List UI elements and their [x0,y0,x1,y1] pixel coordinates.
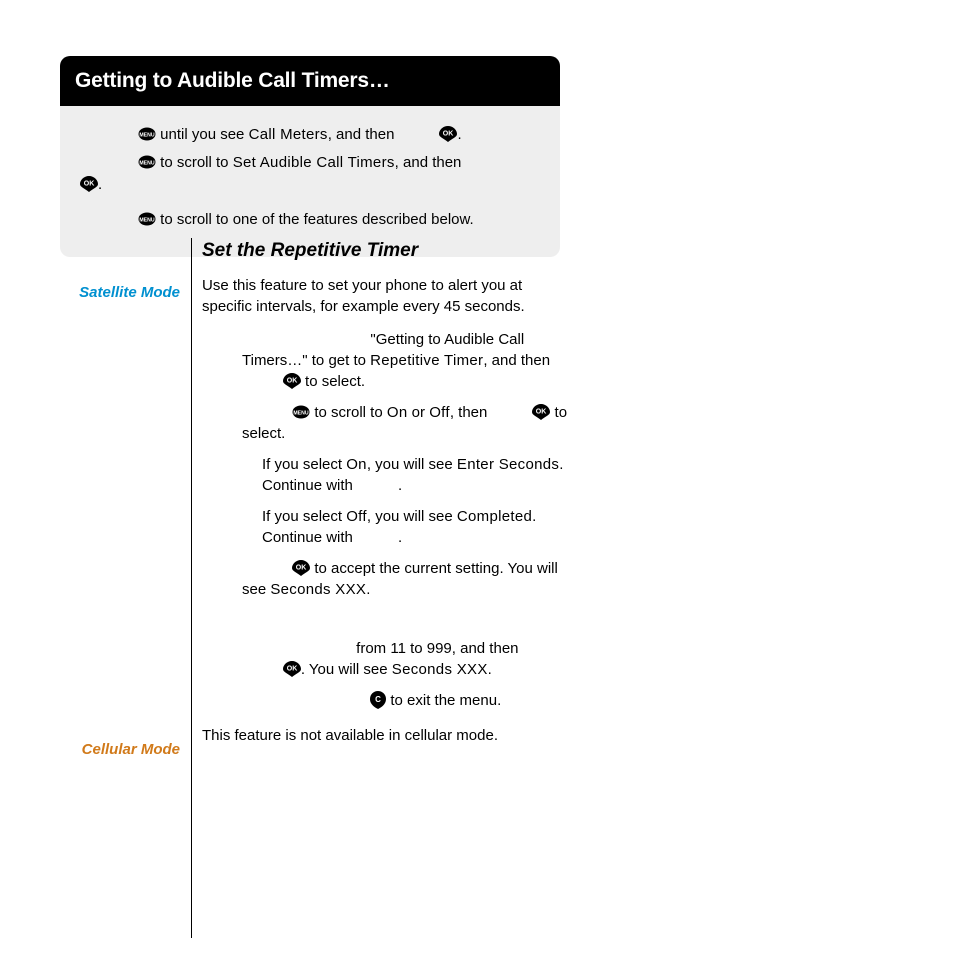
ok-icon: OK [532,404,550,420]
section-title: Set the Repetitive Timer [202,238,572,265]
card-line-3: MENU to scroll to one of the features de… [138,209,540,231]
menu-icon: MENU [138,212,156,226]
cellular-mode-label: Cellular Mode [60,741,180,758]
step-5: C to exit the menu. [202,690,572,711]
card-line-1: MENU until you see Call Meters, and then… [138,124,540,146]
ok-icon: OK [292,560,310,576]
step-3: OK to accept the current setting. You wi… [202,558,572,600]
svg-text:MENU: MENU [294,410,310,416]
content-column: Set the Repetitive Timer Use this featur… [191,238,572,938]
menu-icon: MENU [292,405,310,419]
intro-paragraph: Use this feature to set your phone to al… [202,275,572,317]
satellite-mode-label: Satellite Mode [60,284,180,301]
svg-text:C: C [375,695,381,704]
svg-text:OK: OK [443,131,454,138]
menu-icon: MENU [138,155,156,169]
step-3-or [202,610,572,628]
svg-text:OK: OK [287,665,298,672]
ok-icon: OK [283,661,301,677]
menu-icon: MENU [138,127,156,141]
ok-icon: OK [80,176,98,192]
svg-text:OK: OK [536,408,547,415]
step-2-if-off: If you select Off, you will see Complete… [262,506,572,548]
instruction-card: Getting to Audible Call Timers… MENU unt… [60,56,560,257]
c-icon: C [370,691,386,709]
svg-text:OK: OK [84,180,95,187]
card-body: MENU until you see Call Meters, and then… [60,106,560,257]
cellular-text: This feature is not available in cellula… [202,725,572,746]
card-line-2: MENU to scroll to Set Audible Call Timer… [138,152,540,196]
card-title: Getting to Audible Call Timers… [60,56,560,106]
svg-text:MENU: MENU [139,160,155,166]
step-2: MENU to scroll to On or Off, then press … [202,402,572,444]
svg-text:OK: OK [287,377,298,384]
step-4: from 11 to 999, and then press OK . You … [202,638,572,680]
ok-icon: OK [283,373,301,389]
step-2-if-on: If you select On, you will see Enter Sec… [262,454,572,496]
svg-text:OK: OK [296,564,307,571]
step-1: Follow the steps in "Getting to Audible … [202,329,572,392]
ok-icon: OK [439,126,457,142]
svg-text:MENU: MENU [139,218,155,224]
svg-text:MENU: MENU [139,133,155,139]
